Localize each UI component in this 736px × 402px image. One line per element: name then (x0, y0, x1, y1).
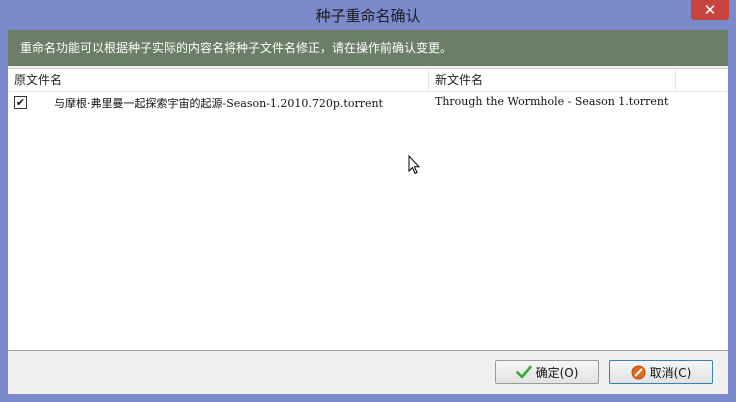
dialog-title: 种子重命名确认 (315, 7, 421, 25)
mouse-cursor-icon (408, 155, 420, 175)
cancel-icon (631, 365, 646, 380)
column-header-new-name[interactable]: 新文件名 (429, 69, 676, 91)
list-header: 原文件名 新文件名 (8, 69, 728, 92)
info-banner: 重命名功能可以根据种子实际的内容名将种子文件名修正，请在操作前确认变更。 (8, 30, 728, 66)
old-file-name: 与摩根·弗里曼一起探索宇宙的起源-Season-1.2010.720p.torr… (54, 97, 383, 110)
dialog-window: 种子重命名确认 ✕ 重命名功能可以根据种子实际的内容名将种子文件名修正，请在操作… (0, 0, 736, 402)
checkmark-icon (515, 365, 532, 379)
row-checkbox[interactable]: ✔ (14, 96, 27, 109)
cancel-button-label: 取消(C) (649, 365, 692, 380)
column-header-old-name[interactable]: 原文件名 (8, 69, 429, 91)
close-icon: ✕ (703, 1, 717, 19)
rename-list[interactable]: 原文件名 新文件名 ✔ 与摩根·弗里曼一起探索宇宙的起源-Season-1.20… (8, 68, 728, 351)
ok-button[interactable]: 确定(O) (495, 360, 599, 384)
dialog-content: 重命名功能可以根据种子实际的内容名将种子文件名修正，请在操作前确认变更。 原文件… (8, 30, 728, 394)
new-file-name: Through the Wormhole - Season 1.torrent (435, 95, 669, 108)
close-button[interactable]: ✕ (691, 0, 729, 20)
ok-button-label: 确定(O) (535, 365, 579, 380)
table-row[interactable]: ✔ 与摩根·弗里曼一起探索宇宙的起源-Season-1.2010.720p.to… (8, 93, 728, 113)
title-bar[interactable]: 种子重命名确认 ✕ (0, 0, 736, 29)
cancel-button[interactable]: 取消(C) (609, 360, 713, 384)
